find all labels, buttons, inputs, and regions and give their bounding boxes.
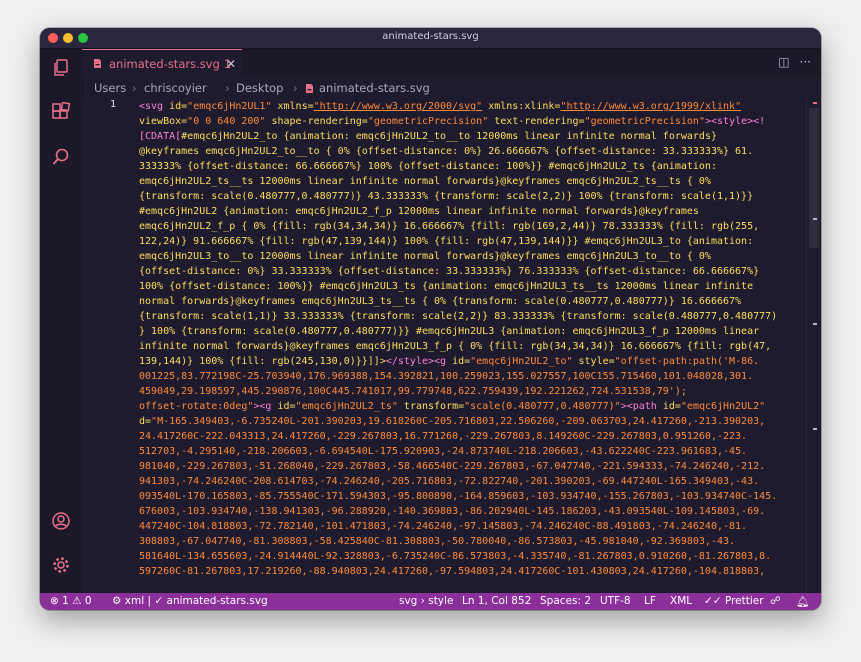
breadcrumb-desktop[interactable]: Desktop [236, 81, 283, 95]
language-mode[interactable]: XML [670, 595, 692, 607]
code-line: 512703,-4.295140,-218.206603,-6.694540L-… [139, 446, 748, 457]
code-line: 001225,83.772198C-25.703940,176.969388,1… [139, 371, 754, 382]
code-line: 100% {offset-distance: 100%}} #emqc6jHn2… [139, 281, 754, 292]
svg-file-icon [94, 59, 101, 68]
checkmark-icon: ✓ [154, 595, 164, 607]
gear-icon[interactable] [51, 555, 71, 575]
tab-label: animated-stars.svg 1 [109, 57, 232, 71]
scroll-marker [813, 323, 817, 325]
encoding-status[interactable]: UTF-8 [600, 595, 631, 607]
breadcrumb-chriscoyier[interactable]: chriscoyier [144, 81, 207, 95]
split-editor-icon[interactable]: ◫ [778, 55, 789, 69]
code-line: d="M-165.349403,-6.735240L-201.390203,19… [139, 416, 766, 427]
code-line: infinite normal forwards}@keyframes emqc… [139, 341, 772, 352]
explorer-icon[interactable] [51, 58, 71, 78]
vertical-scrollbar[interactable] [806, 98, 821, 593]
more-actions-icon[interactable]: ··· [800, 55, 811, 69]
cursor-position[interactable]: Ln 1, Col 852 [462, 595, 531, 607]
search-icon[interactable] [51, 147, 71, 167]
status-file: animated-stars.svg [166, 595, 268, 607]
code-line: [CDATA[#emqc6jHn2UL2_to {animation: emqc… [139, 131, 717, 142]
svg-file-icon [306, 84, 313, 93]
scope-status[interactable]: svg › style [399, 595, 453, 607]
code-line: offset-rotate:0deg"><g id="emqc6jHn2UL2_… [139, 401, 766, 412]
code-line: 941303,-74.246240C-208.614703,-74.246240… [139, 476, 760, 487]
title-bar: animated-stars.svg [40, 28, 821, 49]
code-line: emqc6jHn2UL2_ts__ts 12000ms linear infin… [139, 176, 711, 187]
window-title: animated-stars.svg [382, 31, 479, 42]
code-line: 676003,-103.934740,-138.941303,-96.28892… [139, 506, 766, 517]
code-line: 122,24)} 91.666667% {fill: rgb(47,139,14… [139, 236, 754, 247]
tab-animated-stars[interactable]: animated-stars.svg 1 ✕ [82, 49, 242, 78]
code-line: 139,144)} 100% {fill: rgb(245,130,0)}}]]… [139, 356, 760, 367]
breadcrumb-file[interactable]: animated-stars.svg [319, 81, 430, 95]
code-line: 981040,-229.267803,-51.268040,-229.26780… [139, 461, 766, 472]
code-line: <svg id="emqc6jHn2UL1" xmlns="http://www… [139, 101, 742, 112]
close-tab-icon[interactable]: ✕ [226, 57, 236, 71]
breadcrumb-separator: › [132, 81, 137, 95]
code-line: 597260C-81.267803,17.219260,-88.940803,2… [139, 566, 766, 577]
code-line: @keyframes emqc6jHn2UL2_to__to { 0% {off… [139, 146, 754, 157]
code-line: {transform: scale(0.480777,0.480777)} 43… [139, 191, 754, 202]
prettier-status[interactable]: ✓✓ Prettier [704, 595, 764, 607]
code-line: 581640L-134.655603,-24.914440L-92.328803… [139, 551, 772, 562]
line-number: 1 [109, 99, 116, 110]
code-line: viewBox="0 0 640 200" shape-rendering="g… [139, 116, 766, 127]
code-line: 093540L-170.165803,-85.755540C-171.59430… [139, 491, 778, 502]
line-gutter: 1 [82, 98, 132, 593]
scroll-marker [813, 428, 817, 430]
code-line: emqc6jHn2UL3_to__to 12000ms linear infin… [139, 251, 711, 262]
scrollbar-thumb[interactable] [809, 108, 819, 248]
code-content[interactable]: <svg id="emqc6jHn2UL1" xmlns="http://www… [139, 99, 819, 579]
scroll-marker [813, 218, 817, 220]
breadcrumb-separator: › [225, 81, 230, 95]
code-line: 459049,29.198597,445.290876,100C445.7410… [139, 386, 687, 397]
language-check-status[interactable]: ⚙ xml | ✓ animated-stars.svg [112, 595, 268, 607]
tab-bar: animated-stars.svg 1 ✕ ◫ ··· [82, 49, 821, 78]
indentation-status[interactable]: Spaces: 2 [540, 595, 591, 607]
check-icon: ⚙ [112, 595, 122, 607]
code-line: emqc6jHn2UL2_f_p { 0% {fill: rgb(34,34,3… [139, 221, 760, 232]
warning-count: 0 [84, 595, 92, 607]
status-bar: ⊗ 1 ⚠ 0 ⚙ xml | ✓ animated-stars.svg svg… [40, 593, 821, 610]
code-line: } 100% {transform: scale(0.480777,0.4807… [139, 326, 760, 337]
bell-icon[interactable]: 🔔︎ [796, 595, 809, 608]
breadcrumb: Users › chriscoyier › Desktop › animated… [82, 78, 821, 98]
eol-status[interactable]: LF [644, 595, 656, 607]
double-check-icon: ✓✓ [704, 595, 722, 607]
code-line: {offset-distance: 0%} 33.333333% {offset… [139, 266, 760, 277]
editor-window: animated-stars.svg animated-stars.svg 1 ✕… [40, 28, 821, 610]
extensions-icon[interactable] [51, 101, 71, 122]
breadcrumb-separator: › [293, 81, 298, 95]
code-line: {transform: scale(1,1)} 33.333333% {tran… [139, 311, 778, 322]
account-icon[interactable] [51, 511, 71, 531]
code-line: 24.417260C-222.043313,24.417260,-229.267… [139, 431, 748, 442]
code-line: normal forwards}@keyframes emqc6jHn2UL3_… [139, 296, 742, 307]
code-line: #emqc6jHn2UL2 {animation: emqc6jHn2UL2_f… [139, 206, 699, 217]
code-line: 308803,-67.047740,-81.308803,-58.425840C… [139, 536, 736, 547]
error-count: 1 [62, 595, 69, 607]
error-marker [813, 102, 817, 104]
code-line: 333333% {offset-distance: 66.666667%} 10… [139, 161, 717, 172]
code-editor[interactable]: 1 <svg id="emqc6jHn2UL1" xmlns="http://w… [82, 98, 821, 593]
code-line: 447240C-104.818803,-72.782140,-101.47180… [139, 521, 748, 532]
problems-status[interactable]: ⊗ 1 ⚠ 0 [50, 595, 92, 607]
feedback-icon[interactable]: ☍ [770, 595, 781, 607]
editor-actions: ◫ ··· [768, 55, 811, 69]
breadcrumb-users[interactable]: Users [94, 81, 126, 95]
activity-bar [40, 49, 83, 593]
